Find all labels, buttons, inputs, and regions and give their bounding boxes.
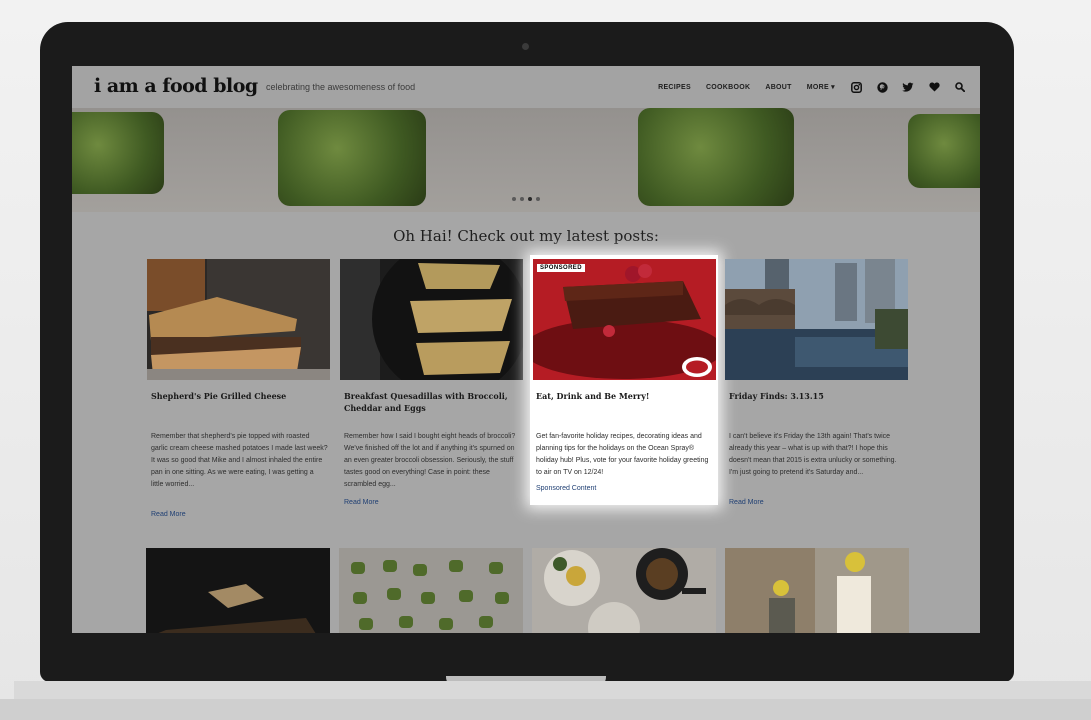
post-excerpt: Get fan-favorite holiday recipes, decora… xyxy=(536,433,709,476)
post-thumbnail[interactable] xyxy=(532,548,716,633)
read-more-link[interactable]: Read More xyxy=(729,499,764,506)
nav-item-cookbook[interactable]: COOKBOOK xyxy=(706,84,750,91)
post-title[interactable]: Breakfast Quesadillas with Broccoli, Che… xyxy=(344,390,520,414)
post-excerpt: Remember that shepherd's pie topped with… xyxy=(151,433,328,488)
post-card[interactable]: Breakfast Quesadillas with Broccoli, Che… xyxy=(340,259,523,519)
heart-icon[interactable] xyxy=(928,81,940,93)
pinterest-icon[interactable] xyxy=(876,81,888,93)
read-more-link[interactable]: Read More xyxy=(344,499,379,506)
camera-icon xyxy=(522,43,529,50)
post-card[interactable]: Friday Finds: 3.13.15 I can't believe it… xyxy=(725,259,908,519)
post-title[interactable]: Eat, Drink and Be Merry! xyxy=(536,390,712,402)
post-thumbnail[interactable]: SPONSORED xyxy=(533,259,716,380)
nav-item-more[interactable]: MORE ▾ xyxy=(807,83,835,91)
main-nav: RECIPES COOKBOOK ABOUT MORE ▾ xyxy=(658,81,980,93)
post-excerpt: Remember how I said I bought eight heads… xyxy=(344,433,516,488)
section-heading: Oh Hai! Check out my latest posts: xyxy=(393,227,659,245)
post-thumbnail[interactable] xyxy=(340,259,523,380)
sponsored-post-card[interactable]: SPONSORED Eat, Drink and Be Merry! Get f… xyxy=(530,255,718,505)
twitter-icon[interactable] xyxy=(902,81,914,93)
hero-slider[interactable] xyxy=(72,108,980,212)
post-title[interactable]: Friday Finds: 3.13.15 xyxy=(729,390,905,402)
tot-image xyxy=(278,110,426,206)
tot-image xyxy=(638,108,794,206)
instagram-icon[interactable] xyxy=(850,81,862,93)
sponsored-content-link[interactable]: Sponsored Content xyxy=(536,485,596,492)
post-thumbnail[interactable] xyxy=(146,548,330,633)
slider-dots xyxy=(512,197,540,201)
surface xyxy=(0,699,1091,720)
laptop-base xyxy=(14,681,1091,701)
site-tagline: celebrating the awesomeness of food xyxy=(266,82,416,92)
post-title[interactable]: Shepherd's Pie Grilled Cheese xyxy=(151,390,327,402)
post-thumbnail[interactable] xyxy=(725,259,908,380)
browser-screen: i am a food blog celebrating the awesome… xyxy=(72,66,980,633)
sponsored-badge: SPONSORED xyxy=(537,264,585,272)
search-icon[interactable] xyxy=(954,81,966,93)
nav-item-about[interactable]: ABOUT xyxy=(765,84,791,91)
site-header: i am a food blog celebrating the awesome… xyxy=(72,66,980,108)
post-thumbnail[interactable] xyxy=(147,259,330,380)
slider-dot[interactable] xyxy=(512,197,516,201)
read-more-link[interactable]: Read More xyxy=(151,511,186,518)
tot-image xyxy=(908,114,980,188)
post-thumbnail[interactable] xyxy=(339,548,523,633)
site-logo[interactable]: i am a food blog xyxy=(94,75,258,97)
post-excerpt: I can't believe it's Friday the 13th aga… xyxy=(729,433,897,476)
slider-dot-active[interactable] xyxy=(528,197,532,201)
tot-image xyxy=(72,112,164,194)
nav-item-recipes[interactable]: RECIPES xyxy=(658,84,691,91)
post-card[interactable]: Shepherd's Pie Grilled Cheese Remember t… xyxy=(147,259,330,529)
slider-dot[interactable] xyxy=(536,197,540,201)
slider-dot[interactable] xyxy=(520,197,524,201)
post-thumbnail[interactable] xyxy=(725,548,909,633)
